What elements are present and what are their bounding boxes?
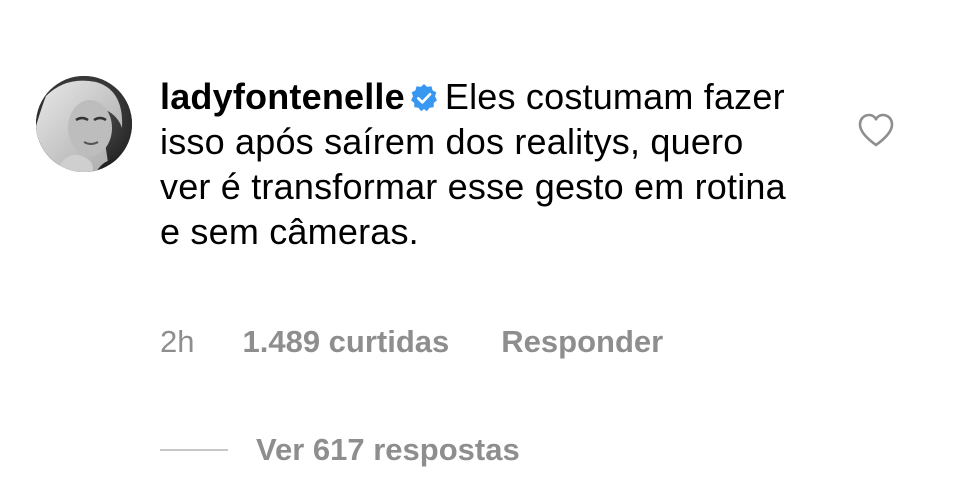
comment-meta: 2h 1.489 curtidas Responder: [160, 322, 663, 362]
username-link[interactable]: ladyfontenelle: [160, 76, 405, 117]
avatar-photo: [36, 76, 132, 172]
reply-button[interactable]: Responder: [501, 324, 663, 360]
likes-count-link[interactable]: 1.489 curtidas: [242, 324, 449, 360]
avatar[interactable]: [36, 76, 132, 172]
comment-timestamp: 2h: [160, 324, 195, 359]
view-replies-button[interactable]: Ver 617 respostas: [160, 430, 520, 470]
view-replies-label: Ver 617 respostas: [256, 432, 520, 467]
like-button[interactable]: [857, 112, 895, 148]
verified-badge-icon: [409, 78, 439, 112]
heart-outline-icon: [858, 113, 894, 147]
comment: ladyfontenelle Eles costumam fazer isso a…: [0, 0, 960, 478]
replies-divider: [160, 449, 228, 451]
comment-text-block: ladyfontenelle Eles costumam fazer isso a…: [160, 74, 800, 254]
